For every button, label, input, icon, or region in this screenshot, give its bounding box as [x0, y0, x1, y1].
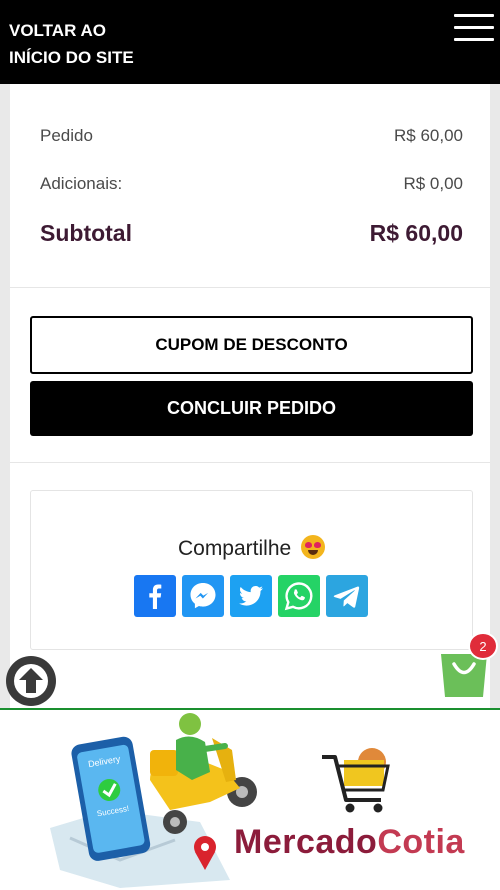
brand-part2: Cotia — [377, 823, 465, 861]
divider — [10, 287, 490, 288]
delivery-illustration: Delivery Success! — [50, 713, 390, 888]
hamburger-icon[interactable] — [454, 14, 494, 46]
order-value: R$ 60,00 — [394, 126, 463, 145]
subtotal-value: R$ 60,00 — [369, 220, 463, 246]
brand-logo-text: MercadoCotia — [234, 823, 465, 862]
cart-count-badge: 2 — [468, 632, 498, 660]
order-label: Pedido — [40, 126, 93, 145]
brand-part1: Mercado — [234, 823, 378, 861]
telegram-share-icon[interactable] — [326, 575, 368, 617]
whatsapp-share-icon[interactable] — [278, 575, 320, 617]
extras-row: Adicionais: R$ 0,00 — [40, 174, 463, 194]
extras-value: R$ 0,00 — [403, 174, 463, 193]
facebook-share-icon[interactable] — [134, 575, 176, 617]
order-row: Pedido R$ 60,00 — [40, 126, 463, 146]
cart-logo-icon — [322, 748, 390, 813]
divider — [10, 462, 490, 463]
finish-order-button[interactable]: CONCLUIR PEDIDO — [30, 381, 473, 436]
scroll-to-top-button[interactable] — [6, 656, 56, 706]
coupon-button[interactable]: CUPOM DE DESCONTO — [30, 316, 473, 374]
twitter-share-icon[interactable] — [230, 575, 272, 617]
subtotal-label: Subtotal — [40, 220, 132, 246]
back-link-line1: VOLTAR AO — [9, 21, 106, 40]
heart-eyes-emoji-icon — [301, 535, 326, 559]
back-link-line2: INÍCIO DO SITE — [9, 48, 134, 67]
order-summary-card: Pedido R$ 60,00 Adicionais: R$ 0,00 Subt… — [10, 84, 490, 710]
share-box: Compartilhe — [30, 490, 473, 650]
share-title: Compartilhe — [177, 537, 292, 560]
top-bar: VOLTAR AO INÍCIO DO SITE — [0, 0, 500, 84]
share-buttons — [134, 575, 368, 617]
subtotal-row: Subtotal R$ 60,00 — [40, 220, 463, 247]
back-to-site-link[interactable]: VOLTAR AO INÍCIO DO SITE — [9, 17, 159, 71]
extras-label: Adicionais: — [40, 174, 123, 193]
arrow-up-icon — [14, 664, 48, 698]
messenger-share-icon[interactable] — [182, 575, 224, 617]
share-heading: Compartilhe — [31, 535, 472, 561]
promo-banner: Delivery Success! MercadoCotia — [0, 708, 500, 890]
